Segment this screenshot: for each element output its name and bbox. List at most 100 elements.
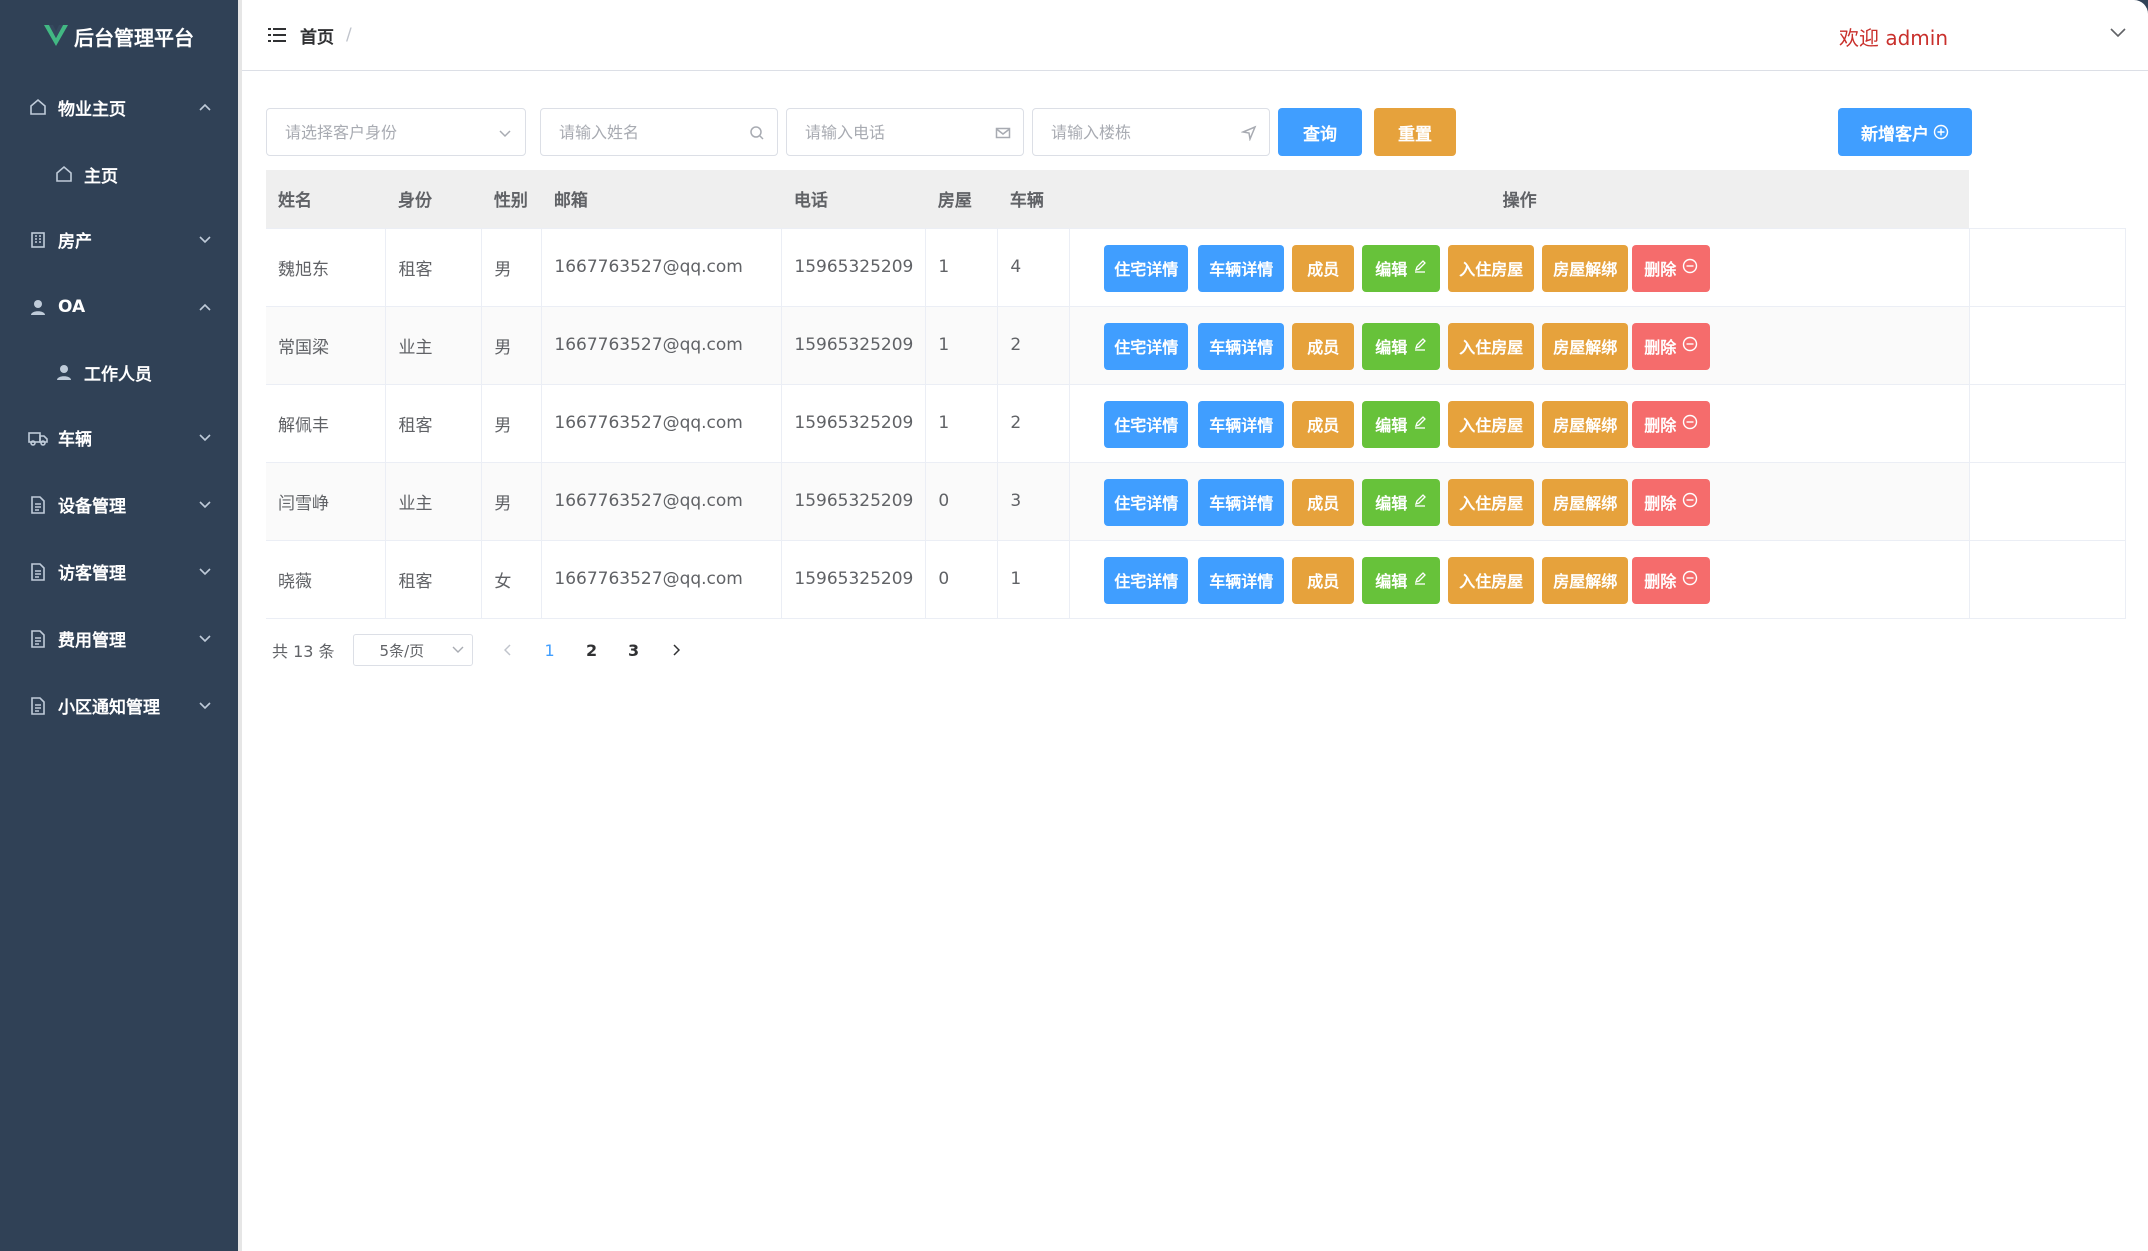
move-in-button[interactable]: 入住房屋 — [1448, 400, 1535, 448]
minus-circle-icon — [1682, 492, 1698, 513]
members-button[interactable]: 成员 — [1292, 322, 1355, 370]
cell-gender: 男 — [481, 462, 543, 541]
edit-button[interactable]: 编辑 — [1362, 478, 1441, 526]
unbind-house-button[interactable]: 房屋解绑 — [1542, 478, 1629, 526]
breadcrumb-home[interactable]: 首页 — [300, 23, 334, 48]
column-header-email: 邮箱 — [541, 170, 782, 229]
house-detail-button[interactable]: 住宅详情 — [1104, 244, 1189, 292]
prev-page-icon[interactable] — [501, 643, 515, 657]
sidebar-item-oa[interactable]: OA — [0, 273, 238, 340]
house-detail-button[interactable]: 住宅详情 — [1104, 556, 1189, 604]
minus-circle-icon — [1682, 258, 1698, 279]
sidebar-item-label: 小区通知管理 — [58, 698, 160, 718]
sidebar-item-notice-management[interactable]: 小区通知管理 — [0, 672, 238, 739]
edit-button[interactable]: 编辑 — [1362, 400, 1441, 448]
page-size-select[interactable]: 5条/页 — [352, 634, 473, 666]
table-row: 晓薇 租客女 1667763527@qq.com 15965325209 0 1 住宅详情 车… — [266, 540, 2127, 619]
chevron-down-icon — [198, 632, 212, 646]
move-in-button[interactable]: 入住房屋 — [1448, 556, 1535, 604]
menu-toggle-icon[interactable] — [268, 27, 286, 43]
move-in-button-label: 入住房屋 — [1459, 496, 1524, 513]
edit-button-label: 编辑 — [1375, 496, 1408, 513]
chevron-down-icon — [497, 125, 513, 141]
sidebar-item-real-estate[interactable]: 房产 — [0, 206, 238, 273]
house-detail-button-label: 住宅详情 — [1114, 418, 1179, 435]
delete-button[interactable]: 删除 — [1632, 478, 1711, 526]
members-button[interactable]: 成员 — [1292, 244, 1355, 292]
delete-button[interactable]: 删除 — [1632, 244, 1711, 292]
unbind-house-button-label: 房屋解绑 — [1553, 340, 1618, 357]
chevron-down-icon[interactable] — [2110, 28, 2126, 40]
sidebar-item-home[interactable]: 主页 — [0, 142, 238, 206]
edit-button-label: 编辑 — [1375, 340, 1408, 357]
next-page-icon[interactable] — [669, 643, 683, 657]
sidebar-item-label: 主页 — [84, 166, 118, 187]
delete-button[interactable]: 删除 — [1632, 322, 1711, 370]
table-row: 闫雪峥 业主男 1667763527@qq.com 15965325209 0 3 住宅详情… — [266, 462, 2127, 541]
page-number-3[interactable]: 3 — [613, 641, 655, 660]
sidebar-item-staff[interactable]: 工作人员 — [0, 340, 238, 404]
delete-button[interactable]: 删除 — [1632, 556, 1711, 604]
delete-button[interactable]: 删除 — [1632, 400, 1711, 448]
sidebar-item-visitor-management[interactable]: 访客管理 — [0, 538, 238, 605]
cell-vehicles: 1 — [997, 540, 1071, 619]
members-button[interactable]: 成员 — [1292, 400, 1355, 448]
edit-icon — [1413, 337, 1427, 356]
phone-field[interactable] — [786, 108, 1024, 156]
building-input[interactable] — [1051, 122, 1226, 142]
unbind-house-button[interactable]: 房屋解绑 — [1542, 244, 1629, 292]
members-button[interactable]: 成员 — [1292, 478, 1355, 526]
move-in-button[interactable]: 入住房屋 — [1448, 478, 1535, 526]
sidebar-item-device-management[interactable]: 设备管理 — [0, 471, 238, 538]
members-button[interactable]: 成员 — [1292, 556, 1355, 604]
edit-button[interactable]: 编辑 — [1362, 322, 1441, 370]
edit-icon — [1413, 259, 1427, 278]
edit-button[interactable]: 编辑 — [1362, 556, 1441, 604]
house-detail-button-label: 住宅详情 — [1114, 574, 1179, 591]
welcome-text[interactable]: 欢迎 admin — [1839, 22, 1948, 51]
vehicle-detail-button[interactable]: 车辆详情 — [1198, 244, 1285, 292]
reset-button[interactable]: 重置 — [1374, 108, 1456, 156]
vehicle-detail-button[interactable]: 车辆详情 — [1198, 556, 1285, 604]
main-content: 首页 / 欢迎 admin 请选择客户身份 请输入姓名 请输入电话 请输入楼栋 … — [238, 0, 2148, 1251]
name-field[interactable] — [540, 108, 778, 156]
document-icon — [28, 562, 48, 582]
add-customer-button[interactable]: 新增客户 — [1838, 108, 1972, 156]
page-number-2[interactable]: 2 — [571, 641, 613, 660]
unbind-house-button[interactable]: 房屋解绑 — [1542, 556, 1629, 604]
identity-select-input[interactable] — [285, 122, 477, 142]
sidebar-item-label: 访客管理 — [58, 564, 126, 584]
phone-input[interactable] — [805, 122, 980, 142]
app-logo[interactable]: 后台管理平台 — [0, 0, 238, 72]
house-detail-button[interactable]: 住宅详情 — [1104, 478, 1189, 526]
pagination: 共 13 条 5条/页 1 2 3 — [272, 634, 683, 666]
unbind-house-button[interactable]: 房屋解绑 — [1542, 322, 1629, 370]
chevron-down-icon — [452, 646, 464, 656]
sidebar-item-fee-management[interactable]: 费用管理 — [0, 605, 238, 672]
edit-button[interactable]: 编辑 — [1362, 244, 1441, 292]
sidebar-item-vehicles[interactable]: 车辆 — [0, 404, 238, 471]
minus-circle-icon — [1682, 570, 1698, 591]
house-detail-button[interactable]: 住宅详情 — [1104, 322, 1189, 370]
move-in-button-label: 入住房屋 — [1459, 262, 1524, 279]
house-detail-button[interactable]: 住宅详情 — [1104, 400, 1189, 448]
unbind-house-button-label: 房屋解绑 — [1553, 574, 1618, 591]
members-button-label: 成员 — [1307, 496, 1340, 513]
vehicle-detail-button[interactable]: 车辆详情 — [1198, 400, 1285, 448]
vehicle-detail-button[interactable]: 车辆详情 — [1198, 478, 1285, 526]
move-in-button[interactable]: 入住房屋 — [1448, 322, 1535, 370]
query-button[interactable]: 查询 — [1278, 108, 1362, 156]
page-number-1[interactable]: 1 — [529, 641, 571, 660]
vehicle-detail-button[interactable]: 车辆详情 — [1198, 322, 1285, 370]
name-input[interactable] — [559, 122, 734, 142]
cell-actions: 住宅详情 车辆详情 成员 编辑 入住房屋 房屋解绑 删除 — [1069, 540, 1970, 619]
column-header-actions: 操作 — [1069, 170, 1970, 229]
building-field[interactable] — [1032, 108, 1270, 156]
cell-identity: 业主 — [385, 306, 483, 385]
move-in-button[interactable]: 入住房屋 — [1448, 244, 1535, 292]
identity-select[interactable] — [266, 108, 526, 156]
cell-actions: 住宅详情 车辆详情 成员 编辑 入住房屋 房屋解绑 删除 — [1069, 228, 1970, 307]
search-icon — [749, 125, 765, 141]
unbind-house-button[interactable]: 房屋解绑 — [1542, 400, 1629, 448]
sidebar-item-property-home[interactable]: 物业主页 — [0, 72, 238, 142]
